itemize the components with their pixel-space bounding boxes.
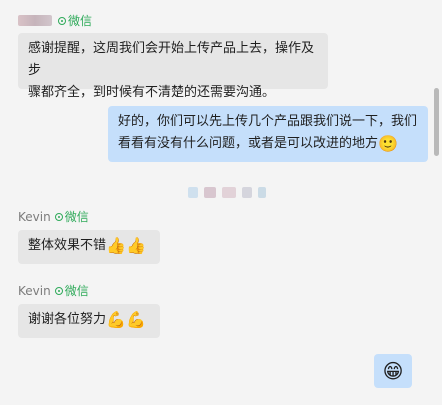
message-3-sender: Kevin 微信: [18, 208, 89, 225]
redacted-block: [204, 187, 216, 198]
message-2-line1: 好的，你们可以先上传几个产品跟我们说一下，我们: [118, 114, 418, 129]
grinning-emoji-icon: 😁: [382, 359, 404, 383]
wechat-source: 微信: [54, 208, 89, 225]
wechat-source: 微信: [54, 282, 89, 299]
redacted-block: [222, 187, 236, 198]
message-2-line2: 看看有没有什么问题，或者是可以改进的地方🙂: [118, 134, 398, 153]
redacted-block: [188, 187, 198, 198]
scrollbar-thumb[interactable]: [434, 88, 439, 156]
redacted-name: [18, 15, 52, 26]
redacted-block: [258, 187, 266, 198]
wechat-icon: [54, 212, 63, 221]
wechat-icon: [54, 286, 63, 295]
message-1-line2: 骤都齐全，到时候有不清楚的还需要沟通。: [28, 85, 276, 100]
message-4-sender: Kevin 微信: [18, 282, 89, 299]
flexed-biceps-emoji-icon: 💪💪: [106, 310, 146, 329]
message-bubble-3[interactable]: 整体效果不错👍👍: [18, 230, 160, 264]
message-1-line1: 感谢提醒，这周我们会开始上传产品上去，操作及步: [28, 41, 315, 78]
message-1-sender: 微信: [18, 12, 92, 29]
message-bubble-5[interactable]: 😁: [374, 354, 412, 388]
wechat-icon: [58, 16, 66, 25]
smile-emoji-icon: 🙂: [378, 134, 398, 153]
thumbs-up-emoji-icon: 👍👍: [106, 236, 146, 255]
redacted-timestamp: [188, 187, 268, 199]
message-bubble-2[interactable]: 好的，你们可以先上传几个产品跟我们说一下，我们 看看有没有什么问题，或者是可以改…: [108, 106, 428, 162]
redacted-block: [242, 187, 252, 198]
message-bubble-4[interactable]: 谢谢各位努力💪💪: [18, 304, 160, 338]
message-bubble-1[interactable]: 感谢提醒，这周我们会开始上传产品上去，操作及步 骤都齐全，到时候有不清楚的还需要…: [18, 33, 328, 100]
wechat-source: 微信: [58, 12, 92, 29]
